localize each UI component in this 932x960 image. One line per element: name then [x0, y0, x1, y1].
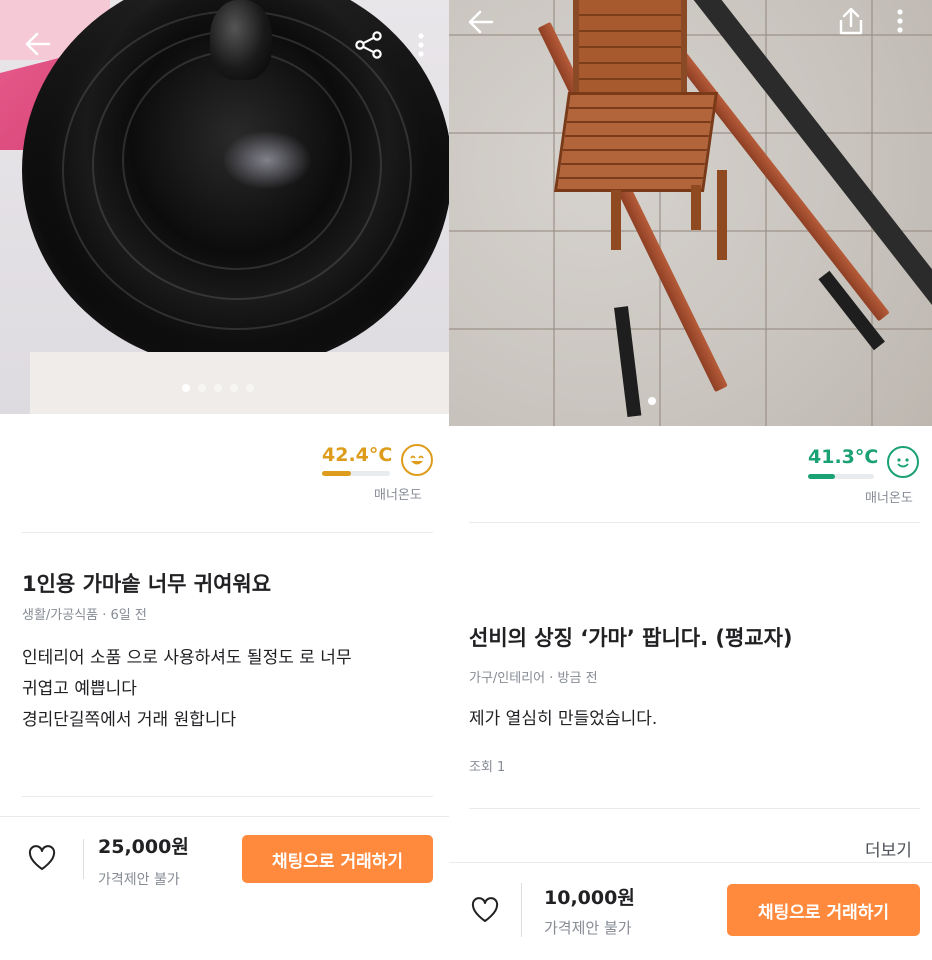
smile-face-icon [401, 444, 433, 476]
price: 10,000원 [544, 887, 635, 909]
more-vertical-icon[interactable] [416, 32, 426, 63]
price: 25,000원 [98, 836, 189, 858]
share-icon[interactable] [354, 30, 384, 65]
carousel-dot[interactable] [246, 384, 254, 392]
more-link[interactable]: 더보기 [865, 836, 912, 861]
chat-trade-button[interactable]: 채팅으로 거래하기 [242, 835, 433, 883]
chair-leg [611, 190, 621, 250]
listing-panel-left: 42.4°C 매너온도 1인용 가마솥 너무 귀여워요 생활/가공식품 · 6일… [0, 0, 449, 960]
carousel-dot[interactable] [648, 397, 656, 405]
carousel-dot[interactable] [198, 384, 206, 392]
pot-lid-image [22, 0, 449, 370]
temperature-value: 42.4°C [322, 444, 393, 466]
chair-backrest [573, 0, 687, 96]
listing-title: 선비의 상징 ‘가마’ 팝니다. (평교자) [469, 626, 793, 650]
chair-leg [717, 170, 727, 260]
carousel-dot[interactable] [230, 384, 238, 392]
table-surface [30, 352, 449, 414]
description-line: 제가 열심히 만들었습니다. [469, 709, 658, 729]
vertical-separator [521, 883, 522, 937]
bottom-action-bar: 10,000원 가격제안 불가 채팅으로 거래하기 [449, 862, 932, 960]
temperature-bar-fill [322, 471, 351, 476]
more-vertical-icon[interactable] [895, 8, 905, 39]
chair-seat [553, 92, 719, 192]
description-line: 귀엽고 예쁩니다 [22, 679, 137, 699]
chair-leg [691, 185, 701, 230]
section-divider [22, 796, 433, 797]
product-photo-pot[interactable] [0, 0, 449, 414]
palanquin-pole-grip [614, 306, 642, 418]
listing-title: 1인용 가마솥 너무 귀여워요 [22, 572, 272, 596]
smile-face-icon [887, 446, 919, 478]
carousel-indicator [648, 397, 656, 405]
temperature-label: 매너온도 [865, 491, 913, 506]
description-line: 인테리어 소품 으로 사용하셔도 될정도 로 너무 [22, 648, 352, 668]
listing-panel-right: 41.3°C 매너온도 선비의 상징 ‘가마’ 팝니다. (평교자) 가구/인테… [449, 0, 932, 960]
temperature-value: 41.3°C [808, 446, 879, 468]
listing-description: 제가 열심히 만들었습니다. [469, 704, 919, 735]
temperature-bar [808, 474, 874, 479]
listing-category-time[interactable]: 가구/인테리어 · 방금 전 [469, 667, 598, 686]
carousel-dot[interactable] [214, 384, 222, 392]
pot-knob [210, 0, 272, 80]
carousel-dot[interactable] [182, 384, 190, 392]
carousel-indicator [182, 384, 254, 392]
section-divider [469, 522, 920, 523]
temperature-label: 매너온도 [374, 488, 422, 503]
bottom-action-bar: 25,000원 가격제안 불가 채팅으로 거래하기 [0, 816, 449, 960]
pot-shine [222, 130, 312, 190]
price-negotiation-status: 가격제안 불가 [98, 872, 180, 888]
listing-category-time[interactable]: 생활/가공식품 · 6일 전 [22, 604, 147, 623]
chat-trade-button[interactable]: 채팅으로 거래하기 [727, 884, 920, 936]
price-negotiation-status: 가격제안 불가 [544, 919, 632, 937]
description-line: 경리단길쪽에서 거래 원합니다 [22, 710, 237, 730]
section-divider [469, 808, 920, 809]
temperature-bar-fill [808, 474, 836, 479]
heart-icon[interactable] [471, 897, 499, 928]
temperature-bar [322, 471, 390, 476]
back-arrow-icon[interactable] [24, 30, 52, 63]
back-arrow-icon[interactable] [467, 8, 495, 41]
listing-description: 인테리어 소품 으로 사용하셔도 될정도 로 너무 귀엽고 예쁩니다 경리단길쪽… [22, 643, 432, 736]
heart-icon[interactable] [28, 845, 56, 876]
vertical-separator [83, 839, 84, 879]
share-upload-icon[interactable] [837, 6, 865, 41]
product-photo-palanquin[interactable] [449, 0, 932, 426]
section-divider [22, 532, 433, 533]
view-count: 조회 1 [469, 760, 506, 775]
